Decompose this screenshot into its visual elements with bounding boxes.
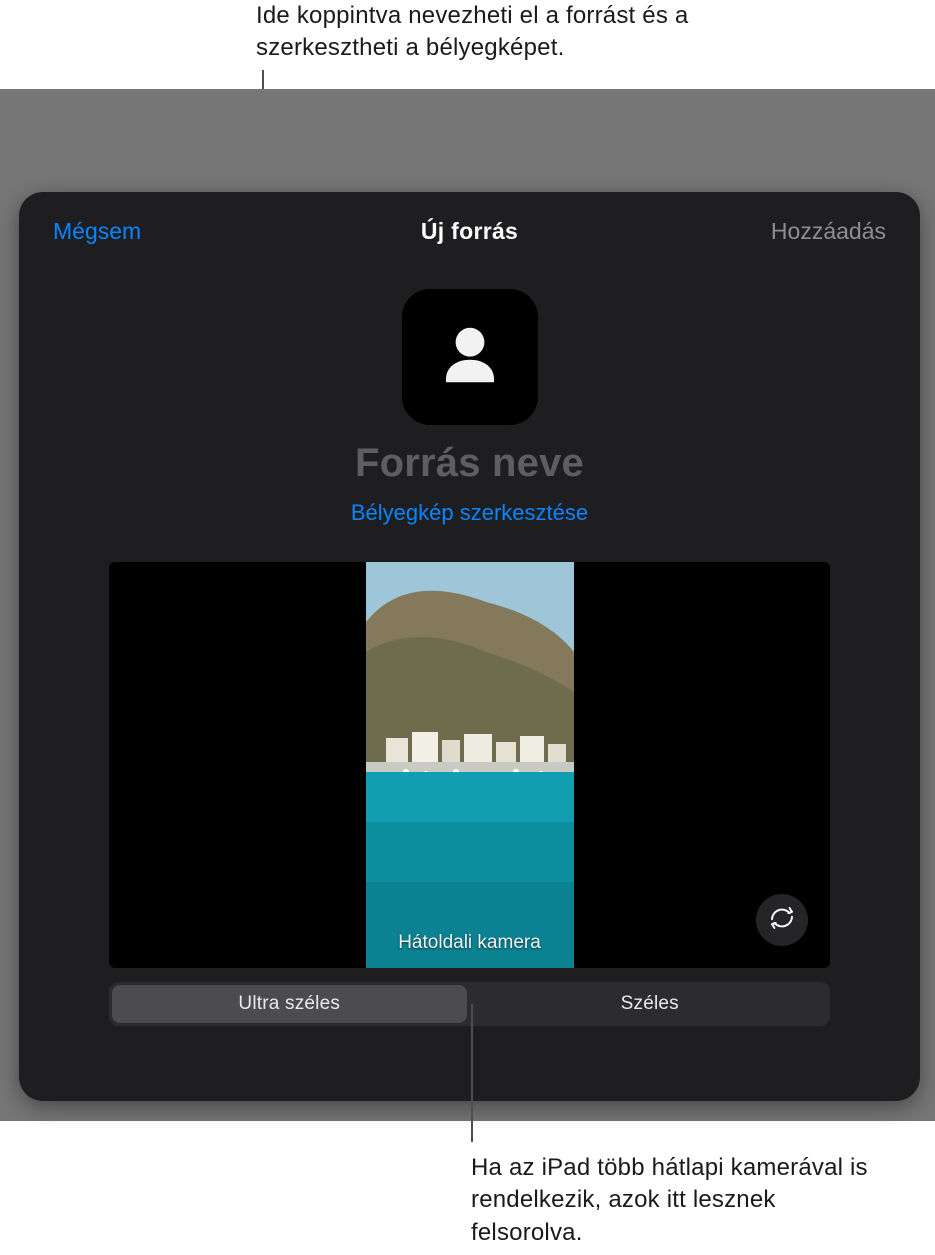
flip-camera-button[interactable] — [756, 894, 808, 946]
edit-thumbnail-button[interactable]: Bélyegkép szerkesztése — [19, 500, 920, 526]
lens-ultrawide-option[interactable]: Ultra széles — [112, 985, 467, 1023]
camera-label: Hátoldali kamera — [398, 932, 541, 954]
camera-lens-segmented[interactable]: Ultra széles Széles — [109, 982, 830, 1026]
cancel-button[interactable]: Mégsem — [53, 218, 141, 245]
callout-line — [471, 1004, 473, 1142]
callout-top-text: Ide koppintva nevezheti el a forrást és … — [256, 0, 756, 65]
lens-wide-option[interactable]: Széles — [473, 985, 828, 1023]
new-source-sheet: Mégsem Új forrás Hozzáadás Forrás neve B… — [19, 192, 920, 1101]
modal-backdrop: Mégsem Új forrás Hozzáadás Forrás neve B… — [0, 89, 935, 1121]
add-button[interactable]: Hozzáadás — [771, 218, 886, 245]
person-icon — [430, 315, 510, 400]
sheet-header: Mégsem Új forrás Hozzáadás — [19, 192, 920, 245]
source-name-input[interactable]: Forrás neve — [19, 441, 920, 486]
callout-bottom-text: Ha az iPad több hátlapi kamerával is ren… — [471, 1152, 891, 1249]
camera-preview-image — [366, 562, 574, 968]
camera-preview: Hátoldali kamera — [109, 562, 830, 968]
source-thumbnail[interactable] — [402, 289, 538, 425]
camera-flip-icon — [767, 903, 797, 938]
annotated-screenshot: Ide koppintva nevezheti el a forrást és … — [0, 0, 935, 1255]
